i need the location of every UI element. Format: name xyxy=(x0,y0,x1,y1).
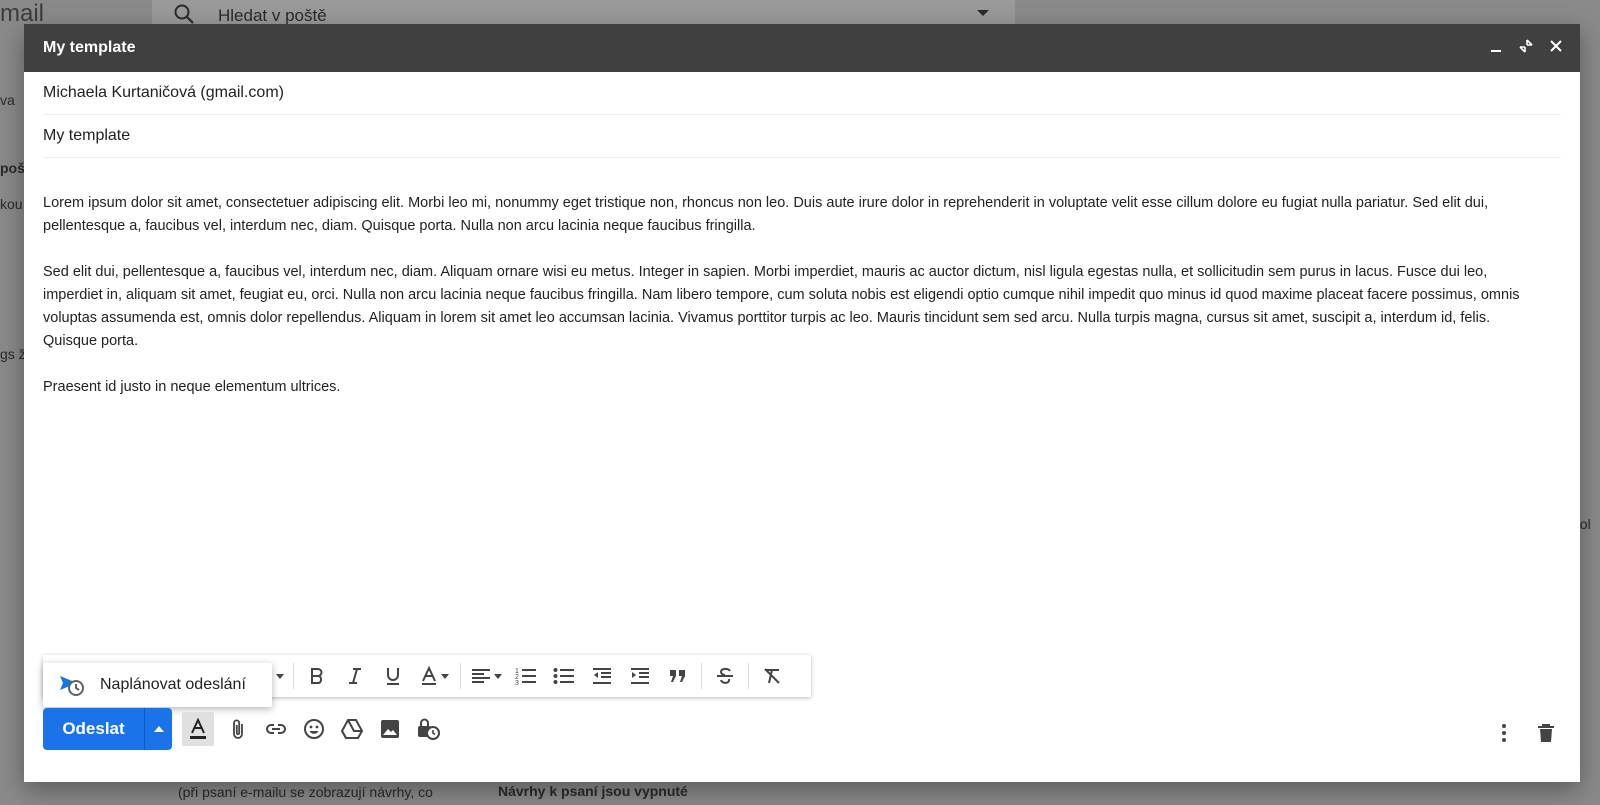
compose-window: My template Michaela Kurtaničová (gmail.… xyxy=(24,24,1580,782)
indent-less-button[interactable] xyxy=(583,661,621,691)
to-recipient: Michaela Kurtaničová (gmail.com) xyxy=(43,84,284,101)
insert-link-icon[interactable] xyxy=(262,712,290,746)
quote-button[interactable] xyxy=(659,661,697,691)
bg-fragment: (při psaní e-mailu se zobrazují návrhy, … xyxy=(178,784,433,800)
bottom-toolbar xyxy=(182,712,442,746)
remove-formatting-button[interactable] xyxy=(753,661,791,691)
window-controls xyxy=(1488,38,1564,54)
search-placeholder: Hledat v poště xyxy=(218,6,327,25)
schedule-send-menu: Naplánovat odeslání xyxy=(43,663,272,707)
body-paragraph: Praesent id justo in neque elementum ult… xyxy=(43,379,341,395)
align-button[interactable] xyxy=(465,661,507,691)
formatting-options-icon[interactable] xyxy=(182,712,214,746)
google-drive-icon[interactable] xyxy=(338,712,366,746)
compose-titlebar[interactable]: My template xyxy=(24,24,1580,72)
attach-file-icon[interactable] xyxy=(224,712,252,746)
svg-text:3: 3 xyxy=(515,680,519,686)
bg-fragment: va xyxy=(0,92,15,108)
bold-button[interactable] xyxy=(298,661,336,691)
subject-text: My template xyxy=(43,127,131,144)
italic-button[interactable] xyxy=(336,661,374,691)
body-paragraph: Sed elit dui, pellentesque a, faucibus v… xyxy=(43,264,1520,349)
right-toolbar xyxy=(1490,716,1560,750)
insert-emoji-icon[interactable] xyxy=(300,712,328,746)
compose-title: My template xyxy=(43,39,136,56)
bg-fragment: Návrhy k psaní jsou vypnuté xyxy=(498,783,688,799)
close-icon[interactable] xyxy=(1548,38,1564,54)
indent-more-button[interactable] xyxy=(621,661,659,691)
search-options-icon xyxy=(977,10,989,16)
subject-field[interactable]: My template xyxy=(43,115,1561,158)
bg-fragment: poš xyxy=(0,160,25,176)
discard-draft-icon[interactable] xyxy=(1532,716,1560,750)
numbered-list-button[interactable]: 123 xyxy=(507,661,545,691)
chevron-up-icon xyxy=(153,726,164,732)
search-icon xyxy=(172,2,196,26)
more-options-icon[interactable] xyxy=(1490,716,1518,750)
bg-fragment: kou xyxy=(0,196,23,212)
minimize-icon[interactable] xyxy=(1488,38,1504,54)
exit-fullscreen-icon[interactable] xyxy=(1518,38,1534,54)
more-send-options-button[interactable] xyxy=(144,708,172,750)
bg-fragment: gs ž xyxy=(0,346,26,362)
underline-button[interactable] xyxy=(374,661,412,691)
text-color-button[interactable] xyxy=(412,661,456,691)
to-field[interactable]: Michaela Kurtaničová (gmail.com) xyxy=(43,72,1561,115)
send-button[interactable]: Odeslat xyxy=(43,708,144,750)
schedule-send-option[interactable]: Naplánovat odeslání xyxy=(100,676,246,694)
insert-photo-icon[interactable] xyxy=(376,712,404,746)
send-button-group: Odeslat xyxy=(43,708,172,750)
schedule-send-icon xyxy=(59,673,85,702)
strikethrough-button[interactable] xyxy=(706,661,744,691)
body-paragraph: Lorem ipsum dolor sit amet, consectetuer… xyxy=(43,195,1489,234)
confidential-mode-icon[interactable] xyxy=(414,712,442,746)
message-body[interactable]: Lorem ipsum dolor sit amet, consectetuer… xyxy=(43,192,1540,422)
bulleted-list-button[interactable] xyxy=(545,661,583,691)
